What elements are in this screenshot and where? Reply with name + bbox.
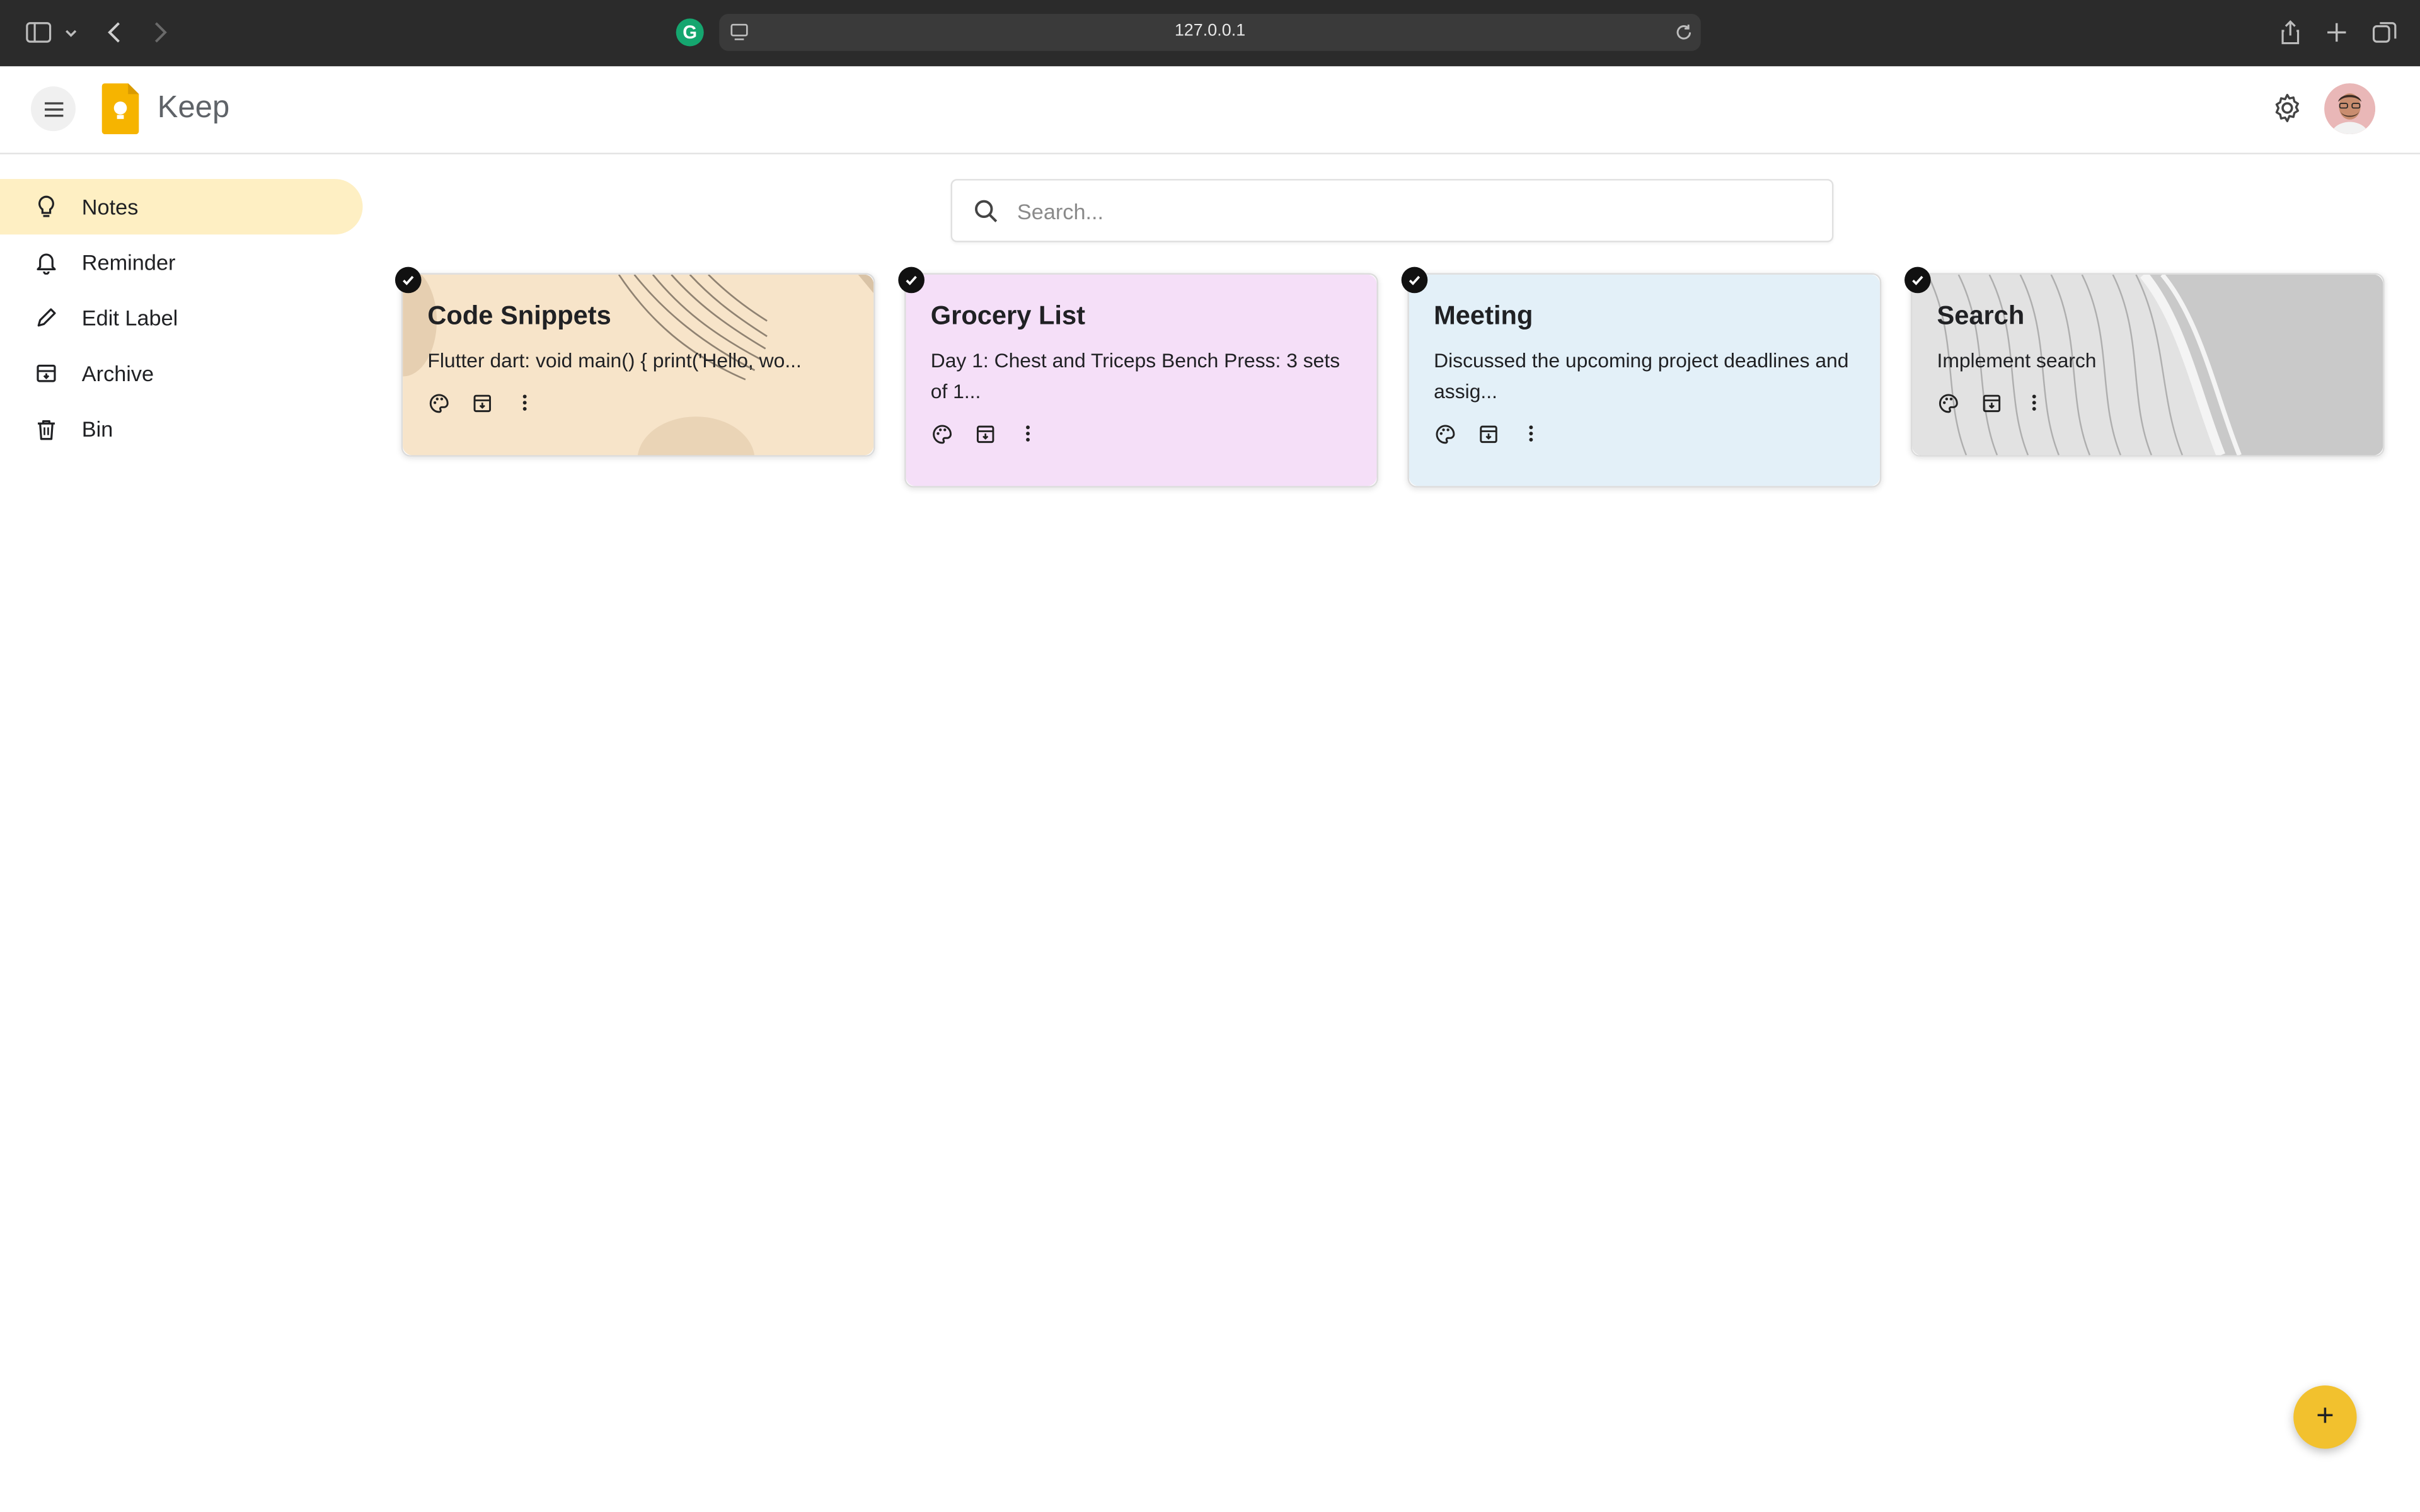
share-icon[interactable]	[2276, 18, 2304, 46]
sidebar-item-label: Reminder	[81, 249, 176, 275]
address-bar[interactable]: 127.0.0.1	[719, 14, 1701, 51]
note-body: Flutter dart: void main() { print('Hello…	[427, 348, 802, 372]
sidebar-item-label: Bin	[81, 416, 113, 442]
note-card[interactable]: Meeting Discussed the upcoming project d…	[1401, 266, 1882, 488]
archive-icon[interactable]	[471, 392, 492, 413]
palette-icon[interactable]	[931, 423, 952, 444]
forward-icon[interactable]	[145, 18, 173, 46]
lightbulb-icon	[34, 195, 59, 219]
note-title: Meeting	[1434, 301, 1533, 331]
note-card[interactable]: Code Snippets Flutter dart: void main() …	[395, 266, 875, 457]
hamburger-icon	[43, 101, 63, 117]
note-title: Code Snippets	[427, 301, 611, 331]
add-note-button[interactable]: +	[2293, 1385, 2357, 1449]
select-check-icon[interactable]	[1401, 266, 1428, 294]
note-body: Implement search	[1937, 348, 2097, 372]
sidebar-item-label: Edit Label	[81, 305, 178, 331]
sidebar-item-archive[interactable]: Archive	[0, 346, 363, 401]
user-avatar[interactable]	[2324, 83, 2375, 135]
app-title: Keep	[157, 91, 230, 125]
select-check-icon[interactable]	[1904, 266, 1931, 294]
archive-icon[interactable]	[1477, 423, 1499, 444]
sidebar-item-reminder[interactable]: Reminder	[0, 234, 363, 290]
main-menu-button[interactable]	[30, 86, 76, 132]
sidebar-item-bin[interactable]: Bin	[0, 401, 363, 457]
browser-toolbar: G 127.0.0.1	[0, 0, 2420, 67]
url-text: 127.0.0.1	[1174, 21, 1246, 40]
pencil-icon	[34, 306, 59, 330]
sidebar-item-label: Archive	[81, 361, 154, 386]
grammarly-extension-icon[interactable]: G	[676, 18, 704, 47]
sidebar-item-edit-label[interactable]: Edit Label	[0, 290, 363, 345]
reload-icon[interactable]	[1673, 21, 1695, 43]
bell-icon	[34, 250, 59, 275]
more-vert-icon[interactable]	[1017, 423, 1039, 444]
sidebar-toggle-icon[interactable]	[25, 18, 52, 46]
search-icon	[975, 200, 998, 222]
palette-icon[interactable]	[1937, 392, 1958, 413]
note-body: Day 1: Chest and Triceps Bench Press: 3 …	[930, 348, 1340, 403]
note-body: Discussed the upcoming project deadlines…	[1434, 348, 1849, 403]
more-vert-icon[interactable]	[1520, 423, 1541, 444]
avatar-image	[2324, 83, 2375, 135]
chevron-down-icon[interactable]	[62, 18, 80, 46]
note-title: Grocery List	[930, 301, 1086, 331]
app-header: Keep	[0, 66, 2420, 154]
tab-overview-icon[interactable]	[2371, 18, 2399, 46]
note-actions	[1937, 392, 2383, 441]
palette-icon[interactable]	[1434, 423, 1455, 444]
note-card[interactable]: Grocery List Day 1: Chest and Triceps Be…	[898, 266, 1378, 488]
search-bar	[950, 179, 1834, 243]
select-check-icon[interactable]	[898, 266, 925, 294]
note-card[interactable]: Search Implement search	[1904, 266, 2385, 457]
plus-icon: +	[2316, 1399, 2334, 1434]
sidebar: Notes Reminder Edit Label Archive Bin	[0, 179, 364, 457]
keep-logo-icon	[101, 83, 139, 135]
more-vert-icon[interactable]	[2024, 392, 2045, 413]
back-icon[interactable]	[102, 18, 130, 46]
new-tab-icon[interactable]	[2323, 18, 2351, 46]
search-input[interactable]	[1013, 193, 1792, 230]
note-actions	[427, 392, 873, 441]
sidebar-item-notes[interactable]: Notes	[0, 179, 363, 235]
note-actions	[1434, 423, 1880, 472]
note-title: Search	[1937, 301, 2025, 331]
archive-icon[interactable]	[974, 423, 995, 444]
archive-icon	[34, 361, 59, 386]
settings-icon[interactable]	[2272, 93, 2303, 123]
trash-icon	[34, 416, 59, 441]
sidebar-item-label: Notes	[81, 194, 139, 219]
note-actions	[931, 423, 1377, 472]
more-vert-icon[interactable]	[514, 392, 536, 413]
select-check-icon[interactable]	[395, 266, 422, 294]
archive-icon[interactable]	[1980, 392, 2002, 413]
palette-icon[interactable]	[427, 392, 449, 413]
